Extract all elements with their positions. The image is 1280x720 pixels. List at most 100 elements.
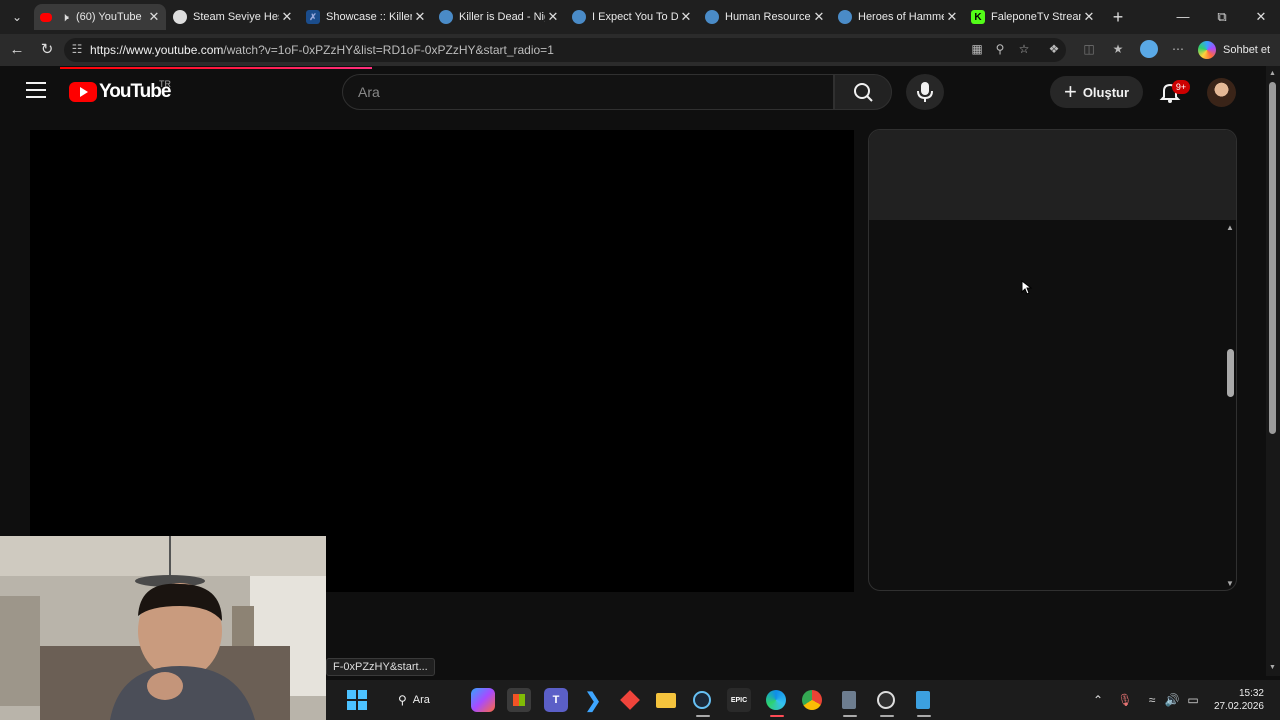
close-tab-icon[interactable]: ✕ [944,9,960,25]
voice-search-button[interactable] [906,74,944,110]
close-window-icon[interactable]: ✕ [1246,6,1276,28]
clock-date: 27.02.2026 [1213,701,1264,712]
tab-title: I Expect You To Die [592,11,678,23]
microphone-icon [917,82,933,102]
file-explorer-icon[interactable] [654,688,678,712]
playlist-panel [868,129,1237,591]
search-icon [854,83,873,102]
notification-badge: 9+ [1172,80,1190,94]
clock-time: 15:32 [1238,688,1264,699]
video-player[interactable] [30,130,854,592]
tab-killer-is-dead[interactable]: Killer is Dead - Nigh ✕ [433,4,565,30]
tab-youtube[interactable]: 🕨 (60) YouTube ✕ [34,4,166,30]
steam-icon [838,10,852,24]
hamburger-menu-icon[interactable] [26,82,46,98]
zoom-icon[interactable]: ⚲ [992,41,1008,57]
steam-icon [572,10,586,24]
volume-icon[interactable]: 🔊 [1164,692,1180,708]
minimize-icon[interactable]: — [1168,6,1198,28]
taskbar-running-indicator [843,715,857,717]
mouse-cursor-icon [1021,280,1033,295]
close-tab-icon[interactable]: ✕ [811,9,827,25]
windows-logo-icon [347,690,367,710]
profile-icon[interactable] [1140,40,1158,58]
windows-start-icon[interactable] [345,688,369,712]
restore-icon[interactable]: ⧉ [1207,6,1237,28]
close-tab-icon[interactable]: ✕ [678,9,694,25]
panel-scroll-up-icon[interactable]: ▲ [1226,223,1234,232]
close-tab-icon[interactable]: ✕ [279,9,295,25]
tab-title: FaleponeTv Stream [991,11,1081,23]
split-screen-icon[interactable]: ◫ [1081,41,1097,57]
tab-title: Showcase :: Killer is [326,11,412,23]
taskbar-search-label: Ara [412,694,430,706]
new-tab-icon[interactable]: + [1108,7,1128,27]
tab-showcase[interactable]: ✗ Showcase :: Killer is ✕ [300,4,432,30]
webcam-overlay [0,536,326,720]
edge-icon[interactable] [764,688,788,712]
copilot-button[interactable]: Sohbet et [1198,40,1270,60]
favorites-icon[interactable]: ★ [1110,41,1126,57]
extensions-icon[interactable]: ❖ [1046,41,1062,57]
create-label: Oluştur [1082,84,1130,100]
url-text[interactable]: https://www.youtube.com/watch?v=1oF-0xPZ… [90,43,554,57]
steam-icon [705,10,719,24]
battery-icon[interactable]: ▭ [1185,692,1201,708]
page-scrollbar-thumb[interactable] [1269,82,1276,434]
anydesk-icon[interactable] [618,688,642,712]
back-icon[interactable]: ← [7,40,27,60]
copilot-app-icon[interactable] [471,688,495,712]
favorite-star-icon[interactable]: ☆ [1016,41,1032,57]
url-host: https://www.youtube.com [90,43,224,57]
panel-scrollbar-thumb[interactable] [1227,349,1234,397]
page-scrollbar[interactable]: ▲ ▼ [1266,66,1280,676]
vscode-icon[interactable]: ❯ [581,688,605,712]
calculator-icon[interactable] [837,688,861,712]
tab-falepone-stream[interactable]: K FaleponeTv Stream ✕ [965,4,1101,30]
more-menu-icon[interactable]: ⋯ [1170,41,1186,57]
page-scroll-up-icon[interactable]: ▲ [1269,70,1276,77]
search-input[interactable] [358,82,818,102]
taskbar-running-indicator [917,715,931,717]
tab-actions-chevron-icon[interactable]: ⌄ [6,7,28,27]
wifi-icon[interactable]: ≈ [1144,692,1160,708]
close-tab-icon[interactable]: ✕ [1081,9,1097,25]
tab-steam-seviye[interactable]: Steam Seviye Hesap ✕ [167,4,299,30]
search-button[interactable] [834,74,892,110]
status-bar-url: F-0xPZzHY&start... [326,658,435,676]
show-hidden-icons-chevron-icon[interactable]: ⌃ [1090,692,1106,708]
panel-scroll-down-icon[interactable]: ▼ [1226,579,1234,588]
notepad-icon[interactable] [911,688,935,712]
youtube-logo[interactable]: YouTube [69,81,171,103]
epic-games-icon[interactable]: EPIC [727,688,751,712]
obs-icon[interactable] [874,688,898,712]
store-icon[interactable] [507,688,531,712]
teams-icon[interactable]: T [544,688,568,712]
tab-human-resource[interactable]: Human Resource M ✕ [699,4,831,30]
taskbar-clock[interactable]: 15:32 27.02.2026 [1206,687,1264,713]
steam-app-icon[interactable] [690,688,714,712]
refresh-icon[interactable]: ↻ [37,40,57,60]
taskbar-search[interactable]: ⚲ Ara [398,688,430,712]
steam-icon: ✗ [306,10,320,24]
chrome-icon[interactable] [800,688,824,712]
close-tab-icon[interactable]: ✕ [412,9,428,25]
create-button[interactable]: + Oluştur [1050,76,1143,108]
page-scroll-down-icon[interactable]: ▼ [1269,664,1276,671]
region-code: TR [159,79,171,89]
close-tab-icon[interactable]: ✕ [545,9,561,25]
steam-seviye-icon [173,10,187,24]
tab-title: Human Resource M [725,11,811,23]
site-info-icon[interactable]: ☷ [69,41,85,57]
avatar[interactable] [1207,78,1236,107]
tab-title: Heroes of Hammer [858,11,944,23]
close-tab-icon[interactable]: ✕ [146,9,162,25]
plus-icon: + [1063,79,1077,104]
tab-heroes-of-hammer[interactable]: Heroes of Hammer ✕ [832,4,964,30]
tab-i-expect-you-to-die[interactable]: I Expect You To Die ✕ [566,4,698,30]
microphone-in-use-icon[interactable]: 🎙 [1117,692,1133,708]
search-icon: ⚲ [398,693,407,707]
kick-icon: K [971,10,985,24]
speaker-icon[interactable]: 🕨 [58,10,72,24]
app-available-icon[interactable]: ▦ [969,41,985,57]
